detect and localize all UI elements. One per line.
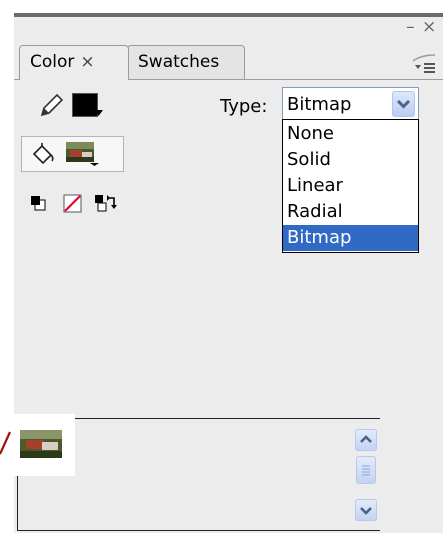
chevron-up-icon <box>360 435 372 443</box>
bitmap-fill-swatch-icon <box>66 142 99 166</box>
chevron-down-icon <box>360 507 372 515</box>
fill-color-button[interactable] <box>21 136 124 172</box>
scroll-thumb[interactable] <box>356 456 376 484</box>
type-select[interactable]: Bitmap <box>282 87 419 121</box>
panel-top-border <box>14 13 443 17</box>
pencil-icon <box>40 93 64 117</box>
close-icon[interactable]: × <box>422 17 436 37</box>
tab-swatches[interactable]: Swatches <box>127 45 245 79</box>
type-option-bitmap[interactable]: Bitmap <box>283 225 418 251</box>
tab-close-icon[interactable]: × <box>80 52 94 72</box>
stroke-color-button[interactable] <box>70 90 104 120</box>
type-select-value: Bitmap <box>287 94 352 115</box>
scroll-up-button[interactable] <box>355 429 377 451</box>
swap-colors-icon[interactable] <box>94 194 118 214</box>
type-option-solid[interactable]: Solid <box>283 147 418 173</box>
tab-swatches-label: Swatches <box>138 52 220 72</box>
type-option-none[interactable]: None <box>283 121 418 147</box>
bitmap-thumbnail-image <box>20 430 62 458</box>
color-panel: – × Color × Swatches Type: Bitmap None So… <box>14 13 443 533</box>
pointer-arrow-icon <box>0 431 12 455</box>
no-color-icon[interactable] <box>63 194 82 213</box>
type-label: Type: <box>220 96 268 117</box>
panel-menu-icon[interactable] <box>411 53 437 77</box>
tab-color[interactable]: Color × <box>19 45 129 80</box>
black-and-white-icon[interactable] <box>30 195 46 211</box>
chevron-down-icon <box>94 110 103 116</box>
type-option-linear[interactable]: Linear <box>283 173 418 199</box>
tab-color-label: Color <box>30 52 75 72</box>
scroll-down-button[interactable] <box>355 499 377 521</box>
minimize-icon[interactable]: – <box>406 17 415 37</box>
type-select-arrow[interactable] <box>392 91 415 117</box>
chevron-down-icon <box>396 99 411 109</box>
type-dropdown-list: None Solid Linear Radial Bitmap <box>282 119 419 253</box>
type-option-radial[interactable]: Radial <box>283 199 418 225</box>
paint-bucket-icon <box>32 143 54 165</box>
grip-icon <box>362 465 370 476</box>
